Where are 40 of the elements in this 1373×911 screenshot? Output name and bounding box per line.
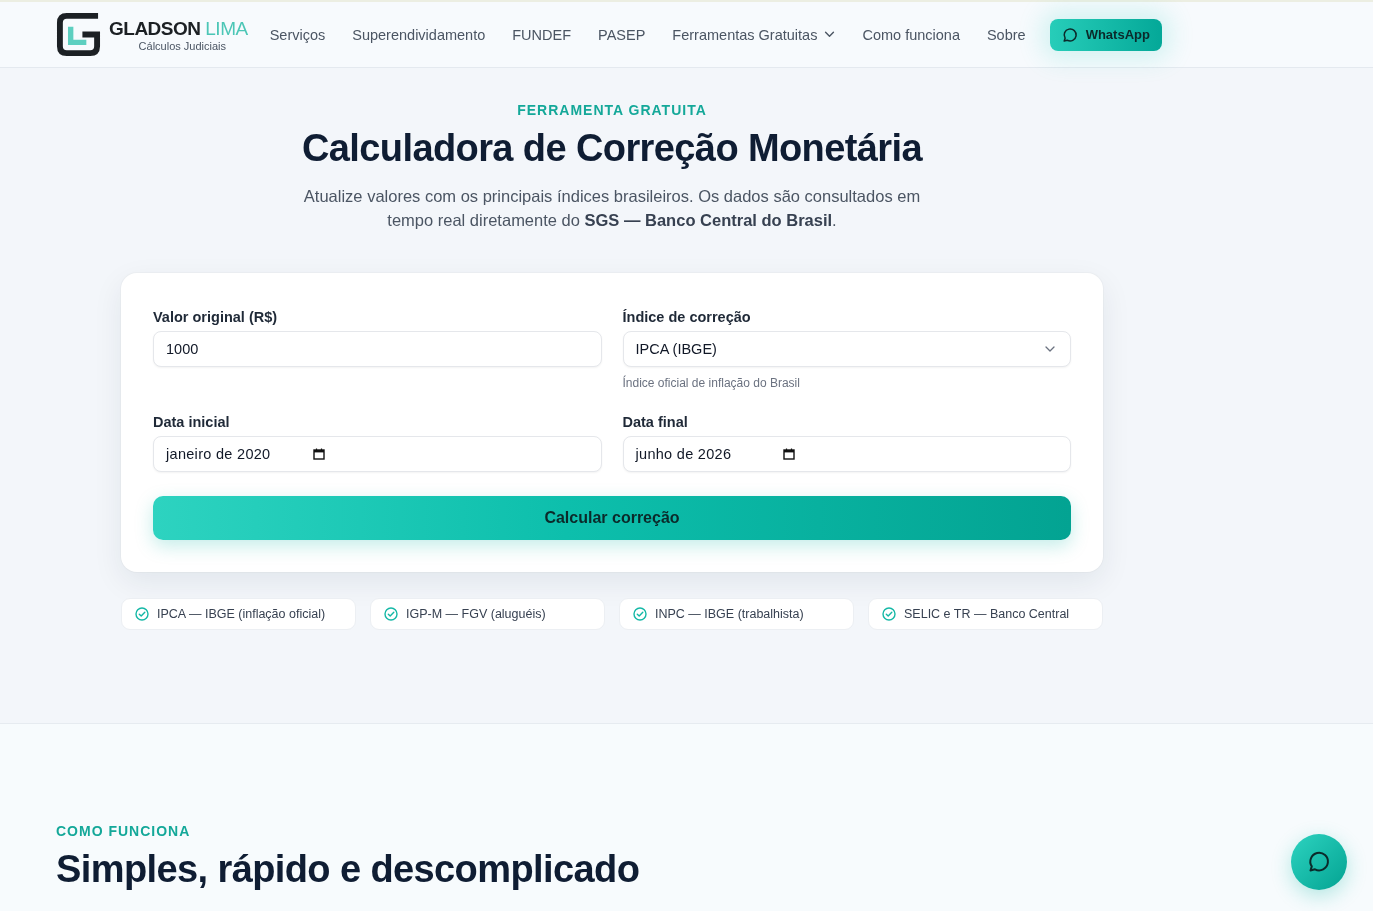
nav-link[interactable]: Como funciona bbox=[862, 26, 960, 43]
check-circle-icon bbox=[384, 607, 398, 621]
field-label: Data inicial bbox=[153, 413, 231, 432]
logo-icon bbox=[56, 12, 101, 57]
amount-input[interactable]: 1000 bbox=[153, 331, 602, 367]
nav-link[interactable]: FUNDEF bbox=[512, 26, 572, 43]
nav-link[interactable]: Serviços bbox=[269, 26, 326, 43]
index-label: IPCA — IBGE (inflação oficial) bbox=[157, 607, 326, 621]
field-hint: Índice oficial de inflação do Brasil bbox=[622, 376, 801, 390]
intro-text: Atualize valores com os principais índices brasileiros. Os dados são consultados em tempo real diretamente do SGS — Banco Central do Brasil. bbox=[302, 186, 922, 231]
check-circle-icon bbox=[882, 607, 896, 621]
index-label: SELIC e TR — Banco Central bbox=[904, 607, 1070, 621]
nav-link[interactable]: PASEP bbox=[598, 26, 646, 43]
section-eyebrow: COMO FUNCIONA bbox=[56, 822, 191, 841]
chat-bubble-icon bbox=[1307, 850, 1331, 874]
calendar-icon bbox=[782, 448, 795, 460]
section-title: Simples, rápido e descomplicado bbox=[56, 847, 640, 892]
check-circle-icon bbox=[633, 607, 647, 621]
field-label: Valor original (R$) bbox=[153, 308, 279, 327]
section-eyebrow: FERRAMENTA GRATUITA bbox=[517, 101, 707, 120]
chat-bubble-icon bbox=[1061, 26, 1078, 43]
nav-link[interactable]: Superendividamento bbox=[352, 26, 486, 43]
nav-link[interactable]: Ferramentas Gratuitas bbox=[672, 26, 836, 43]
index-label: INPC — IBGE (trabalhista) bbox=[655, 607, 804, 621]
brand-name: GLADSON LIMA bbox=[109, 17, 248, 40]
brand-tagline: Cálculos Judiciais bbox=[138, 39, 227, 52]
field-label: Índice de correção bbox=[622, 308, 752, 327]
index-label: IGP-M — FGV (aluguéis) bbox=[406, 607, 546, 621]
field-label: Data final bbox=[622, 413, 689, 432]
nav-link[interactable]: Sobre bbox=[986, 26, 1026, 43]
chevron-down-icon bbox=[1045, 346, 1055, 352]
page-title: Calculadora de Correção Monetária bbox=[301, 126, 923, 171]
check-circle-icon bbox=[135, 607, 149, 621]
chevron-down-icon bbox=[824, 31, 836, 38]
calendar-icon bbox=[313, 448, 325, 460]
whatsapp-button[interactable]: WhatsApp bbox=[1049, 18, 1162, 51]
month-field[interactable]: junho de 2026 bbox=[622, 436, 1071, 472]
calculate-button[interactable]: Calcular correção bbox=[153, 496, 1071, 540]
index-select[interactable]: IPCA (IBGE) bbox=[622, 331, 1071, 367]
month-field[interactable]: janeiro de 2020 bbox=[153, 436, 602, 472]
